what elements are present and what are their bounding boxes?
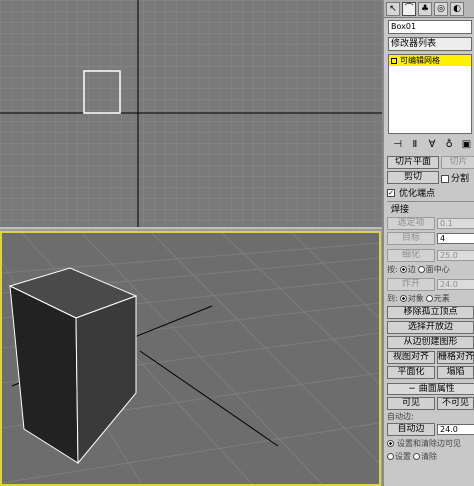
by-face-center-radio[interactable]: 面中心 <box>417 264 450 275</box>
hierarchy-tab-icon[interactable]: ♣ <box>418 1 432 16</box>
refine-ends-checkbox[interactable]: ✓ 优化端点 <box>387 186 474 199</box>
remove-modifier-icon[interactable]: ♁ <box>444 139 455 150</box>
surface-properties-rollout-header[interactable]: − 曲面属性 <box>387 383 474 395</box>
modifier-stack: 可编辑网格 <box>388 54 472 134</box>
select-open-edges-button[interactable]: 选择开放边 <box>387 321 474 334</box>
weld-selected-spinner[interactable]: 0.1 <box>437 218 474 229</box>
auto-edge-button[interactable]: 自动边 <box>387 423 435 436</box>
to-elements-radio[interactable]: 元素 <box>425 293 450 304</box>
auto-edge-spinner[interactable]: 24.0 <box>437 424 474 435</box>
set-radio[interactable]: 设置 <box>387 451 411 462</box>
radio-on-icon <box>387 440 394 447</box>
modifier-list-dropdown[interactable]: 修改器列表 <box>388 37 472 51</box>
visible-button[interactable]: 可见 <box>387 397 435 410</box>
stack-item-editable-mesh[interactable]: 可编辑网格 <box>389 55 471 66</box>
configure-sets-icon[interactable]: ▣ <box>461 139 472 150</box>
perspective-viewport[interactable] <box>0 231 381 486</box>
perspective-viewport-grid <box>2 233 379 484</box>
expand-icon[interactable] <box>391 57 397 64</box>
refine-ends-check-icon: ✓ <box>387 188 395 197</box>
make-unique-icon[interactable]: ∀ <box>426 139 437 150</box>
radio-off-icon <box>413 453 420 460</box>
auto-edge-label: 自动边: <box>387 412 414 421</box>
modify-tab-icon[interactable]: ⌒ <box>402 1 416 16</box>
tessellate-spinner[interactable]: 25.0 <box>437 250 474 261</box>
set-clear-radio[interactable]: 设置和清除边可见 <box>387 438 474 449</box>
radio-off-icon <box>417 266 425 273</box>
radio-on-icon <box>399 266 407 273</box>
weld-selected-button[interactable]: 选定项 <box>387 217 435 230</box>
top-viewport[interactable] <box>0 0 382 229</box>
radio-off-icon <box>425 295 433 302</box>
collapse-button[interactable]: 塌陷 <box>437 366 474 379</box>
invisible-button[interactable]: 不可见 <box>437 397 474 410</box>
radio-off-icon <box>387 453 394 460</box>
clear-radio[interactable]: 清除 <box>413 451 437 462</box>
weld-target-spinner[interactable]: 4 <box>437 233 474 244</box>
tessellate-button[interactable]: 细化 <box>387 249 435 262</box>
stack-tools: ⊣ Ⅱ ∀ ♁ ▣ <box>388 136 472 152</box>
slice-button[interactable]: 切片 <box>441 156 474 169</box>
create-tab-icon[interactable]: ↖ <box>386 1 400 16</box>
panel-tabs: ↖ ⌒ ♣ ◎ ◐ <box>384 0 474 18</box>
object-name-field[interactable]: Box01 <box>388 20 472 34</box>
to-objects-radio[interactable]: 对象 <box>399 293 424 304</box>
remove-isolated-vertices-button[interactable]: 移除孤立顶点 <box>387 306 474 319</box>
grid-align-button[interactable]: 栅格对齐 <box>437 351 474 364</box>
display-tab-icon[interactable]: ◐ <box>450 1 464 16</box>
view-align-button[interactable]: 视图对齐 <box>387 351 435 364</box>
slice-plane-button[interactable]: 切片平面 <box>387 156 439 169</box>
motion-tab-icon[interactable]: ◎ <box>434 1 448 16</box>
weld-target-button[interactable]: 目标 <box>387 232 435 245</box>
by-edge-radio[interactable]: 边 <box>399 264 416 275</box>
explode-spinner[interactable]: 24.0 <box>437 279 474 290</box>
create-shape-from-edges-button[interactable]: 从边创建图形 <box>387 336 474 349</box>
command-panel: ↖ ⌒ ♣ ◎ ◐ Box01 修改器列表 可编辑网格 ⊣ Ⅱ ∀ ♁ ▣ 切片… <box>382 0 474 486</box>
show-end-result-icon[interactable]: Ⅱ <box>409 139 420 150</box>
split-check-icon <box>441 174 449 183</box>
cut-button[interactable]: 剪切 <box>387 171 439 184</box>
radio-on-icon <box>399 295 407 302</box>
planarize-button[interactable]: 平面化 <box>387 366 435 379</box>
weld-group-label: 焊接 <box>387 201 474 215</box>
box-3d[interactable] <box>8 267 138 465</box>
edit-geometry-rollout: 切片平面 切片 剪切 分割 ✓ 优化端点 焊接 选定项 0.1 目标 4 细化 2… <box>387 156 474 462</box>
explode-button[interactable]: 炸开 <box>387 278 435 291</box>
split-checkbox[interactable]: 分割 <box>441 171 469 184</box>
top-viewport-grid <box>0 0 382 227</box>
pin-stack-icon[interactable]: ⊣ <box>392 139 403 150</box>
